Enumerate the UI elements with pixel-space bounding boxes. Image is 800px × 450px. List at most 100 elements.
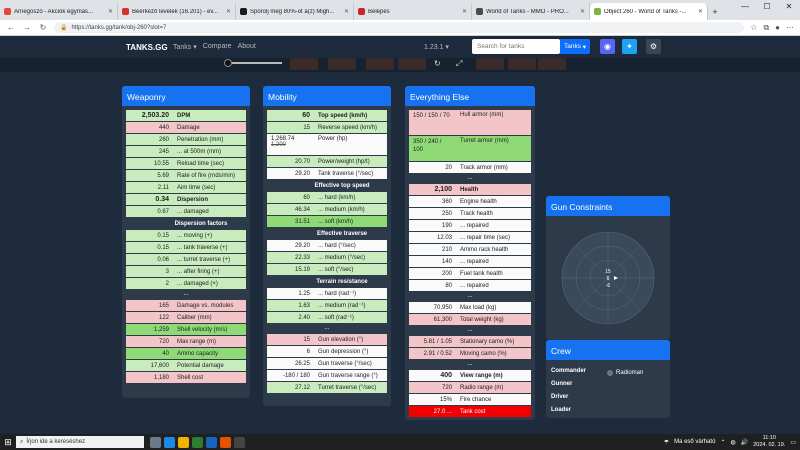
stat-row[interactable]: 0.06 ... turret traverse (+)	[126, 254, 246, 266]
tanks-dropdown-button[interactable]: Tanks ▾	[560, 39, 590, 54]
stat-row[interactable]: 40 Ammo capacity	[126, 348, 246, 360]
browser-tab[interactable]: Árnegoszó - Akciók egymás... ✕	[0, 3, 118, 20]
expand-more-dots[interactable]: ...	[267, 324, 387, 334]
tab-close-icon[interactable]: ✕	[344, 8, 349, 15]
stat-row[interactable]: 2.40 ... soft (rad⁻¹)	[267, 312, 387, 324]
equipment-slot[interactable]	[366, 58, 394, 70]
stat-row[interactable]: 15.19 ... soft (°/sec)	[267, 264, 387, 276]
volume-icon[interactable]: 🔊	[741, 439, 748, 446]
nav-about[interactable]: About	[238, 43, 256, 51]
crew-member-row[interactable]: Gunner	[551, 381, 665, 390]
stat-row[interactable]: 200 Fuel tank health	[409, 268, 531, 280]
stat-row-armor[interactable]: 150 / 150 / 70 Hull armor (mm)	[409, 110, 531, 136]
network-icon[interactable]: ◍	[730, 439, 735, 446]
firefox-icon[interactable]	[220, 436, 231, 448]
browser-tab[interactable]: World of Tanks - MMO - PRO... ✕	[472, 3, 590, 20]
zoom-slider-handle[interactable]	[224, 59, 232, 67]
stat-row[interactable]: 15% Fire chance	[409, 394, 531, 406]
browser-tab[interactable]: Object 260 - World of Tanks -... ✕	[590, 3, 708, 20]
back-icon[interactable]: ←	[6, 23, 16, 32]
site-logo[interactable]: TANKS.GG	[126, 43, 168, 52]
settings-gear-icon[interactable]: ⚙	[646, 39, 661, 54]
version-selector[interactable]: 1.23.1 ▾	[424, 43, 449, 51]
stat-row[interactable]: -180 / 180 Gun traverse range (°)	[267, 370, 387, 382]
stat-row[interactable]: 29.20 ... hard (°/sec)	[267, 240, 387, 252]
star-icon[interactable]: ☆	[750, 23, 757, 33]
stat-row[interactable]: 360 Engine health	[409, 196, 531, 208]
stat-row[interactable]: 1.63 ... medium (rad⁻¹)	[267, 300, 387, 312]
tank-search-input[interactable]	[472, 39, 560, 54]
profile-icon[interactable]: ●	[775, 23, 780, 33]
stat-row[interactable]: 0.67 ... damaged	[126, 206, 246, 218]
task-view-icon[interactable]	[150, 436, 161, 448]
tab-close-icon[interactable]: ✕	[108, 8, 113, 15]
stat-row[interactable]: 260 Penetration (mm)	[126, 134, 246, 146]
crew-member-row[interactable]: Loader	[551, 407, 665, 416]
new-tab-icon[interactable]: +	[708, 3, 722, 20]
stat-row[interactable]: 0.15 ... moving (+)	[126, 230, 246, 242]
discord-icon[interactable]: ◉	[600, 39, 615, 54]
edge-icon[interactable]	[164, 436, 175, 448]
stat-row[interactable]: 165 Damage vs. modules	[126, 300, 246, 312]
crew-member-row[interactable]: Commander Radioman	[551, 368, 665, 377]
windows-start-icon[interactable]: ⊞	[0, 434, 16, 450]
stat-row[interactable]: 440 Damage	[126, 122, 246, 134]
equipment-slot[interactable]	[398, 58, 426, 70]
weather-text[interactable]: Ma eső várható	[674, 439, 715, 445]
equipment-slot[interactable]	[290, 58, 318, 70]
stat-row[interactable]: 15 Reverse speed (km/h)	[267, 122, 387, 134]
address-bar[interactable]: 🔒 https://tanks.gg/tank/obj-260?slot=7	[54, 22, 745, 33]
stat-row[interactable]: 122 Caliber (mm)	[126, 312, 246, 324]
taskbar-search[interactable]: ⌕ Írjon ide a kereséshez	[16, 436, 144, 448]
tab-close-icon[interactable]: ✕	[580, 8, 585, 15]
stat-row[interactable]: 2,503.20 DPM	[126, 110, 246, 122]
stat-row[interactable]: 15 Gun elevation (°)	[267, 334, 387, 346]
stat-row[interactable]: 1,259 Shell velocity (m/s)	[126, 324, 246, 336]
stat-row[interactable]: 140 ... repaired	[409, 256, 531, 268]
browser-tab[interactable]: Spórolj meg 80%-ot a(z) Migh... ✕	[236, 3, 354, 20]
stat-row[interactable]: 27.0 ... Tank cost	[409, 406, 531, 418]
store-icon[interactable]	[192, 436, 203, 448]
tray-chevron-icon[interactable]: ⌃	[720, 439, 725, 446]
stat-row[interactable]: 6 Gun depression (°)	[267, 346, 387, 358]
stat-row[interactable]: 46.34 ... medium (km/h)	[267, 204, 387, 216]
twitter-icon[interactable]: ✦	[622, 39, 637, 54]
stat-row[interactable]: 80 ... repaired	[409, 280, 531, 292]
stat-row[interactable]: 245 ... at 500m (mm)	[126, 146, 246, 158]
stat-row[interactable]: 17,600 Potential damage	[126, 360, 246, 372]
expand-more-dots[interactable]: ...	[126, 290, 246, 300]
equipment-slot[interactable]	[508, 58, 536, 70]
stat-row[interactable]: 1.25 ... hard (rad⁻¹)	[267, 288, 387, 300]
stat-row[interactable]: 3 ... after firing (+)	[126, 266, 246, 278]
more-icon[interactable]: ⋯	[786, 23, 794, 33]
crew-member-row[interactable]: Driver	[551, 394, 665, 403]
forward-icon[interactable]: →	[22, 23, 32, 32]
stat-row[interactable]: 400 View range (m)	[409, 370, 531, 382]
stat-row[interactable]: 5.81 / 1.05 Stationary camo (%)	[409, 336, 531, 348]
app-icon[interactable]	[234, 436, 245, 448]
stat-row[interactable]: 210 Ammo rack health	[409, 244, 531, 256]
rotate-icon[interactable]: ↻	[434, 59, 441, 68]
stat-row[interactable]: 2,100 Health	[409, 184, 531, 196]
maximize-icon[interactable]: ☐	[756, 0, 778, 14]
stat-row[interactable]: 0.15 ... tank traverse (+)	[126, 242, 246, 254]
mail-icon[interactable]	[206, 436, 217, 448]
expand-more-dots[interactable]: ...	[409, 360, 531, 370]
stat-row[interactable]: 60 ... hard (km/h)	[267, 192, 387, 204]
stat-row[interactable]: 1,180 Shell cost	[126, 372, 246, 384]
equipment-slot[interactable]	[538, 58, 566, 70]
reload-icon[interactable]: ↻	[38, 23, 48, 32]
weather-icon[interactable]: ☂	[664, 439, 669, 446]
stat-row[interactable]: 31.51 ... soft (km/h)	[267, 216, 387, 228]
browser-tab[interactable]: Beérkező levelek (16.201) - ev... ✕	[118, 3, 236, 20]
nav-tanks[interactable]: Tanks ▾	[173, 43, 197, 51]
stat-row[interactable]: 20 Track armor (mm)	[409, 162, 531, 174]
stat-row[interactable]: 5.69 Rate of fire (rnds/min)	[126, 170, 246, 182]
stat-row[interactable]: 2 ... damaged (×)	[126, 278, 246, 290]
expand-icon[interactable]: ⤢	[456, 59, 462, 69]
nav-compare[interactable]: Compare	[203, 43, 232, 51]
stat-row[interactable]: 12.03 ... repair time (sec)	[409, 232, 531, 244]
stat-row[interactable]: 0.34 Dispersion	[126, 194, 246, 206]
stat-row[interactable]: 22.33 ... medium (°/sec)	[267, 252, 387, 264]
stat-row[interactable]: 720 Radio range (m)	[409, 382, 531, 394]
